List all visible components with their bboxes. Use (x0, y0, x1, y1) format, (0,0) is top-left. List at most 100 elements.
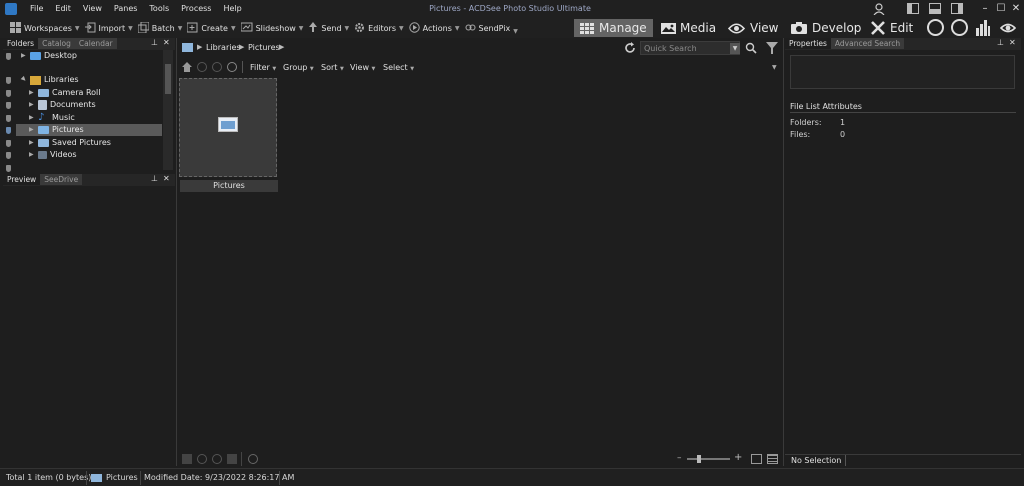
mode-manage-button[interactable]: Manage (574, 19, 653, 37)
tree-item-videos[interactable]: ▶ Videos (29, 149, 77, 161)
pin-icon[interactable] (6, 140, 11, 147)
pin-icon[interactable] (6, 77, 11, 84)
chevron-down-icon[interactable]: ▼ (730, 43, 740, 54)
slideshow-button[interactable]: Slideshow ▼ (240, 22, 303, 35)
minimize-button[interactable]: – (977, 2, 993, 16)
batch-button[interactable]: Batch ▼ (137, 21, 182, 35)
thumbnail-view-icon[interactable] (751, 454, 762, 464)
menu-panes[interactable]: Panes (108, 3, 144, 16)
close-panel-icon[interactable]: ✕ (163, 38, 170, 47)
tab-preview[interactable]: Preview (3, 174, 41, 185)
tab-seedrive[interactable]: SeeDrive (40, 174, 83, 185)
mode-edit-button[interactable]: Edit (865, 19, 919, 37)
menu-edit[interactable]: Edit (49, 3, 77, 16)
close-panel-icon[interactable]: ✕ (1009, 38, 1016, 47)
tree-item-pictures[interactable]: ▶ Pictures (29, 124, 84, 136)
folder-thumbnail[interactable]: Pictures (179, 78, 278, 192)
slideshow-play-icon[interactable] (248, 454, 258, 464)
360-icon[interactable] (951, 19, 968, 36)
import-button[interactable]: Import ▼ (84, 22, 133, 35)
batch-rotate-icon[interactable] (182, 454, 192, 464)
compare-icon[interactable] (227, 454, 237, 464)
workspaces-button[interactable]: Workspaces ▼ (10, 21, 80, 35)
expand-arrow-icon[interactable]: ▶ (29, 124, 35, 136)
folders-scrollbar[interactable] (163, 50, 173, 170)
forward-icon[interactable] (212, 62, 222, 72)
filter-menu[interactable]: Filter ▼ (250, 63, 276, 72)
app-icon[interactable] (5, 3, 17, 15)
tab-folders[interactable]: Folders (3, 38, 39, 49)
expand-arrow-icon[interactable]: ▶ (21, 50, 27, 62)
mode-view-button[interactable]: View (722, 19, 784, 37)
list-view-icon[interactable] (767, 454, 778, 464)
dashboard-chart-icon[interactable] (976, 20, 990, 36)
tree-item-desktop[interactable]: ▶ Desktop (21, 50, 77, 62)
pin-icon[interactable] (6, 115, 11, 122)
up-folder-icon[interactable] (227, 62, 237, 72)
tab-no-selection[interactable]: No Selection (787, 455, 847, 466)
pin-icon[interactable] (6, 102, 11, 109)
mode-media-button[interactable]: Media (655, 19, 722, 37)
expand-arrow-icon[interactable]: ▶ (29, 112, 35, 124)
back-icon[interactable] (197, 62, 207, 72)
sort-menu[interactable]: Sort ▼ (321, 63, 344, 72)
menu-help[interactable]: Help (217, 3, 247, 16)
slider-handle[interactable] (697, 455, 701, 463)
right-splitter[interactable] (783, 38, 784, 466)
menu-process[interactable]: Process (175, 3, 217, 16)
collapse-arrow-icon[interactable]: ▶ (18, 74, 31, 87)
quick-search-input[interactable]: Quick Search ▼ (640, 41, 740, 55)
tab-advanced-search[interactable]: Advanced Search (830, 38, 905, 49)
maximize-button[interactable]: ☐ (993, 2, 1009, 16)
rotate-right-icon[interactable] (212, 454, 222, 464)
thumbnail-size-slider[interactable] (687, 455, 730, 463)
breadcrumb-pictures[interactable]: Pictures (248, 43, 280, 52)
filter-funnel-icon[interactable] (766, 42, 778, 54)
tree-item-libraries[interactable]: ▶ Libraries (18, 74, 79, 87)
right-pane-toggle-icon[interactable] (951, 3, 963, 14)
search-icon[interactable] (745, 42, 757, 54)
group-menu[interactable]: Group ▼ (283, 63, 314, 72)
pin-panel-icon[interactable]: ⊥ (151, 174, 158, 183)
menu-file[interactable]: File (24, 3, 49, 16)
pin-icon[interactable] (6, 90, 11, 97)
pin-icon[interactable] (6, 152, 11, 159)
close-panel-icon[interactable]: ✕ (163, 174, 170, 183)
zoom-in-icon[interactable]: + (734, 453, 742, 463)
expand-arrow-icon[interactable]: ▶ (29, 99, 35, 111)
bottom-pane-toggle-icon[interactable] (929, 3, 941, 14)
home-icon[interactable] (182, 62, 192, 72)
close-button[interactable]: ✕ (1008, 2, 1024, 16)
left-splitter[interactable] (176, 38, 177, 466)
pin-icon[interactable] (6, 127, 11, 134)
menu-view[interactable]: View (77, 3, 108, 16)
tab-properties[interactable]: Properties (785, 38, 831, 49)
actions-button[interactable]: Actions ▼ (408, 21, 460, 35)
mode-develop-button[interactable]: Develop (785, 19, 867, 37)
pin-panel-icon[interactable]: ⊥ (151, 38, 158, 47)
send-button[interactable]: Send ▼ (308, 21, 349, 35)
tree-item-saved-pictures[interactable]: ▶ Saved Pictures (29, 137, 111, 149)
scrollbar-thumb[interactable] (165, 64, 171, 94)
expand-arrow-icon[interactable]: ▶ (29, 87, 35, 99)
select-menu[interactable]: Select ▼ (383, 63, 414, 72)
sendpix-button[interactable]: SendPix ▼ (465, 22, 518, 35)
menu-tools[interactable]: Tools (143, 3, 175, 16)
expand-arrow-icon[interactable]: ▶ (29, 137, 35, 149)
create-button[interactable]: Create ▼ (186, 22, 236, 35)
luminosity-eye-icon[interactable] (999, 20, 1017, 36)
zoom-out-icon[interactable]: – (677, 453, 682, 463)
pin-icon[interactable] (6, 53, 11, 60)
account-icon[interactable] (873, 3, 885, 16)
tab-calendar[interactable]: Calendar (74, 38, 117, 49)
view-menu[interactable]: View ▼ (350, 63, 375, 72)
rotate-left-icon[interactable] (197, 454, 207, 464)
pin-icon[interactable] (6, 165, 11, 172)
tab-catalog[interactable]: Catalog (38, 38, 75, 49)
pin-panel-icon[interactable]: ⊥ (997, 38, 1004, 47)
tree-item-music[interactable]: ▶ ♪ Music (29, 112, 75, 124)
breadcrumb-libraries[interactable]: Libraries (206, 43, 241, 52)
tree-item-camera-roll[interactable]: ▶ Camera Roll (29, 87, 100, 99)
chevron-down-icon[interactable]: ▼ (772, 64, 777, 71)
editors-button[interactable]: Editors ▼ (354, 22, 404, 35)
